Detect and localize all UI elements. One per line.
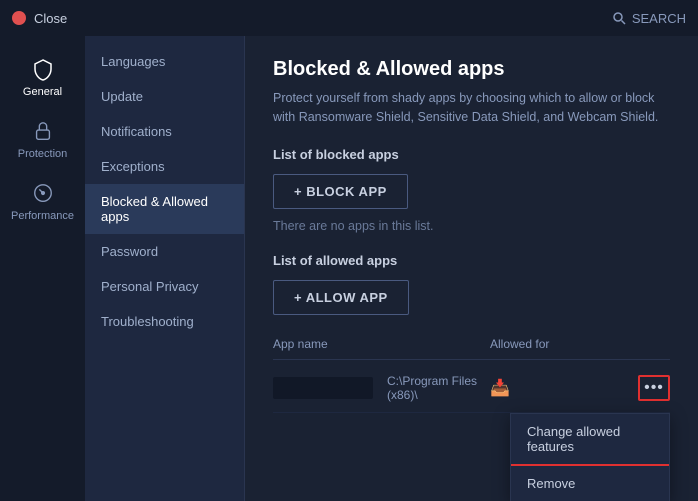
- shield-icon: [30, 56, 56, 82]
- app-path: C:\Program Files (x86)\: [387, 374, 490, 402]
- search-label: SEARCH: [632, 11, 686, 26]
- title-bar: Close SEARCH: [0, 0, 698, 36]
- close-icon[interactable]: [12, 11, 26, 25]
- content-area: Blocked & Allowed apps Protect yourself …: [245, 36, 698, 501]
- col-header-allowed-for: Allowed for: [490, 337, 610, 351]
- content-description: Protect yourself from shady apps by choo…: [273, 89, 670, 127]
- allow-app-button[interactable]: + ALLOW APP: [273, 280, 409, 315]
- sidebar-item-performance[interactable]: Performance: [0, 170, 85, 232]
- search-button[interactable]: SEARCH: [612, 11, 686, 26]
- webcam-icon: 📥: [490, 378, 510, 398]
- nav-languages[interactable]: Languages: [85, 44, 244, 79]
- empty-blocked-text: There are no apps in this list.: [273, 219, 670, 233]
- sidebar-label-protection: Protection: [18, 148, 68, 160]
- allowed-for-cell: 📥: [490, 378, 610, 398]
- table-header: App name Allowed for: [273, 329, 670, 360]
- remove-item[interactable]: Remove: [511, 464, 669, 501]
- ellipsis-icon: •••: [644, 379, 664, 397]
- actions-cell: ••• Change allowed features Remove: [610, 375, 670, 401]
- nav-panel: Languages Update Notifications Exception…: [85, 36, 245, 501]
- nav-update[interactable]: Update: [85, 79, 244, 114]
- block-app-button[interactable]: + BLOCK APP: [273, 174, 408, 209]
- gauge-icon: [30, 180, 56, 206]
- app-window: Close SEARCH General: [0, 0, 698, 501]
- blocked-section-label: List of blocked apps: [273, 147, 670, 162]
- change-allowed-features-item[interactable]: Change allowed features: [511, 414, 669, 464]
- more-options-button[interactable]: •••: [638, 375, 670, 401]
- page-title: Blocked & Allowed apps: [273, 58, 670, 81]
- col-header-app-name: App name: [273, 337, 490, 351]
- nav-personal-privacy[interactable]: Personal Privacy: [85, 269, 244, 304]
- lock-icon: [30, 118, 56, 144]
- sidebar-item-general[interactable]: General: [0, 46, 85, 108]
- sidebar: General Protection: [0, 36, 85, 501]
- sidebar-label-performance: Performance: [11, 210, 74, 222]
- nav-troubleshooting[interactable]: Troubleshooting: [85, 304, 244, 339]
- nav-exceptions[interactable]: Exceptions: [85, 149, 244, 184]
- app-icon-thumbnail: [273, 377, 373, 399]
- allowed-section: List of allowed apps + ALLOW APP App nam…: [273, 253, 670, 413]
- dropdown-menu: Change allowed features Remove: [510, 413, 670, 501]
- nav-password[interactable]: Password: [85, 234, 244, 269]
- col-header-actions: [610, 337, 670, 351]
- nav-blocked-allowed[interactable]: Blocked & Allowed apps: [85, 184, 244, 234]
- main-body: General Protection: [0, 36, 698, 501]
- search-icon: [612, 11, 626, 25]
- title-bar-left: Close: [12, 11, 67, 26]
- nav-notifications[interactable]: Notifications: [85, 114, 244, 149]
- sidebar-label-general: General: [23, 86, 62, 98]
- sidebar-item-protection[interactable]: Protection: [0, 108, 85, 170]
- allowed-section-label: List of allowed apps: [273, 253, 670, 268]
- close-label: Close: [34, 11, 67, 26]
- table-row: C:\Program Files (x86)\ 📥 ••• Change all…: [273, 364, 670, 413]
